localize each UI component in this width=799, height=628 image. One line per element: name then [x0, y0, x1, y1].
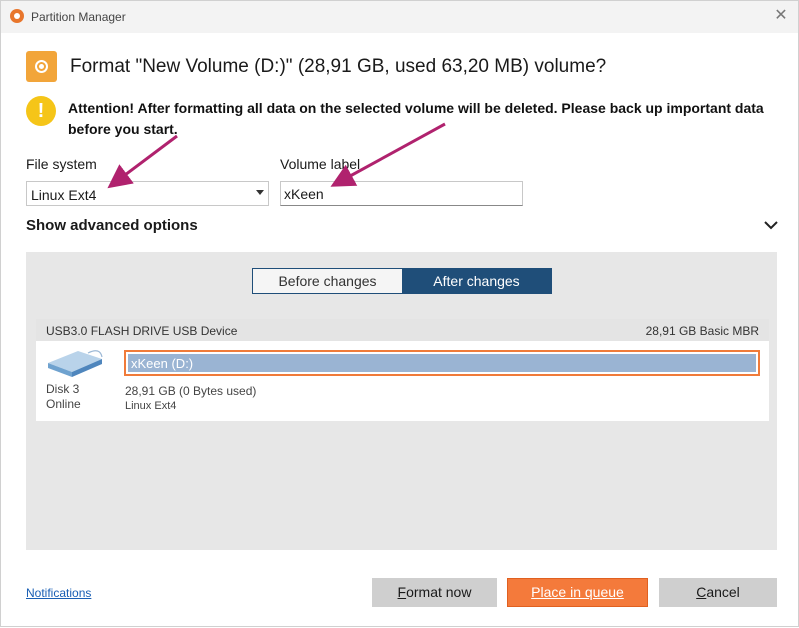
window-title: Partition Manager: [31, 10, 126, 24]
drive-icon: [48, 350, 103, 377]
place-in-queue-button[interactable]: Place in queue: [507, 578, 648, 607]
changes-toggle: Before changes After changes: [252, 268, 552, 294]
cancel-label: ancel: [706, 584, 740, 600]
place-in-queue-label: lace in queue: [540, 584, 624, 600]
place-in-queue-mnemonic: P: [531, 584, 541, 600]
dropdown-arrow-icon: [256, 190, 264, 195]
title-bar: Partition Manager ✕: [1, 1, 798, 33]
format-now-button[interactable]: Format now: [372, 578, 497, 607]
tab-before-changes[interactable]: Before changes: [253, 269, 402, 293]
close-button[interactable]: ✕: [770, 5, 792, 27]
format-dialog: Partition Manager ✕ Format "New Volume (…: [0, 0, 799, 627]
partition-label: xKeen (D:): [131, 356, 194, 371]
disk-name: USB3.0 FLASH DRIVE USB Device: [46, 324, 238, 338]
volume-label-input[interactable]: [280, 181, 523, 206]
notifications-link[interactable]: Notifications: [26, 586, 91, 600]
file-system-value: Linux Ext4: [31, 187, 97, 203]
tab-after-changes[interactable]: After changes: [402, 269, 551, 293]
chevron-down-icon[interactable]: [763, 217, 779, 233]
file-system-label: File system: [26, 156, 97, 172]
volume-label-label: Volume label: [280, 156, 361, 172]
annotation-arrow-file-system: [107, 134, 178, 189]
format-now-label: ormat now: [406, 584, 472, 600]
partition-bar[interactable]: xKeen (D:): [124, 350, 760, 376]
show-advanced-options[interactable]: Show advanced options: [26, 217, 198, 234]
disk-preview-panel: Before changes After changes USB3.0 FLAS…: [26, 252, 777, 550]
disk-header: USB3.0 FLASH DRIVE USB Device 28,91 GB B…: [36, 319, 769, 341]
disk-size-info: 28,91 GB Basic MBR: [645, 324, 759, 338]
exclamation-icon: !: [26, 96, 56, 126]
disk-status: Online: [46, 397, 81, 411]
format-now-mnemonic: F: [397, 584, 407, 600]
partition-usage: 28,91 GB (0 Bytes used): [125, 384, 257, 398]
warning-text: Attention! After formatting all data on …: [68, 100, 764, 137]
dialog-heading: Format "New Volume (D:)" (28,91 GB, used…: [70, 56, 607, 77]
disk-card: USB3.0 FLASH DRIVE USB Device 28,91 GB B…: [36, 319, 769, 421]
disk-format-icon: [26, 51, 57, 82]
cancel-mnemonic: C: [696, 584, 707, 600]
app-icon: [10, 9, 24, 23]
disk-number: Disk 3: [46, 382, 80, 396]
cancel-button[interactable]: Cancel: [659, 578, 777, 607]
file-system-select[interactable]: Linux Ext4: [26, 181, 269, 206]
partition-file-system: Linux Ext4: [125, 400, 177, 412]
